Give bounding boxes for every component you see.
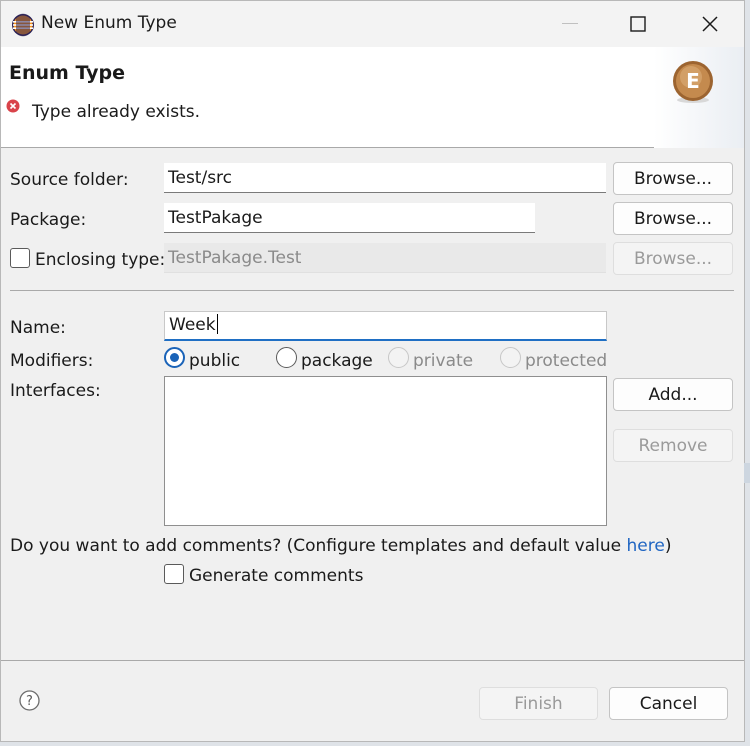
close-icon [702, 16, 718, 32]
modifier-protected-label: protected [525, 351, 608, 371]
maximize-button[interactable] [615, 9, 661, 39]
comments-question-close: ) [664, 536, 672, 556]
minimize-button[interactable] [547, 9, 593, 39]
enum-logo-letter: E [686, 69, 700, 93]
generate-comments-checkbox[interactable] [164, 564, 184, 584]
enclosing-type-input[interactable]: TestPakage.Test [164, 243, 606, 273]
generate-comments-label: Generate comments [189, 566, 364, 586]
svg-text:?: ? [26, 694, 33, 709]
source-folder-input[interactable]: Test/src [164, 163, 606, 193]
close-button[interactable] [687, 9, 733, 39]
interfaces-label: Interfaces: [10, 381, 101, 401]
title-bar: New Enum Type [1, 1, 744, 47]
enum-wizard-icon: E [673, 61, 713, 103]
interfaces-list[interactable] [164, 376, 607, 526]
modifier-private-radio[interactable] [388, 347, 409, 368]
comments-question: Do you want to add comments? (Configure … [10, 536, 671, 556]
source-folder-label: Source folder: [10, 170, 129, 190]
enclosing-type-browse-button[interactable]: Browse... [613, 242, 733, 275]
modifier-protected-radio[interactable] [500, 347, 521, 368]
footer-separator [1, 660, 744, 661]
finish-button[interactable]: Finish [479, 687, 598, 720]
source-folder-browse-button[interactable]: Browse... [613, 162, 733, 195]
comments-question-text: Do you want to add comments? (Configure … [10, 536, 627, 556]
name-input[interactable]: Week [164, 311, 607, 341]
modifiers-label: Modifiers: [10, 351, 94, 371]
name-input-value: Week [169, 315, 216, 335]
eclipse-app-icon [12, 13, 34, 37]
package-label: Package: [10, 210, 87, 230]
add-interface-button[interactable]: Add... [613, 378, 733, 411]
banner-title: Enum Type [9, 62, 126, 84]
background-scroll-marker [744, 463, 750, 483]
modifier-private-label: private [413, 351, 474, 371]
modifier-public-label: public [189, 351, 241, 371]
enclosing-type-label: Enclosing type: [35, 250, 166, 270]
text-caret [216, 313, 218, 334]
package-browse-button[interactable]: Browse... [613, 202, 733, 235]
error-message: Type already exists. [32, 102, 201, 122]
enclosing-type-checkbox[interactable] [10, 248, 30, 268]
modifier-package-radio[interactable] [276, 347, 297, 368]
wizard-banner: Enum Type Type already exists. E [1, 47, 744, 148]
window-title: New Enum Type [41, 13, 177, 33]
minimize-icon [562, 23, 578, 24]
error-icon [6, 99, 20, 113]
separator [10, 290, 734, 291]
help-icon[interactable]: ? [19, 690, 40, 711]
dialog-window: New Enum Type Enum Type Type already exi… [0, 0, 745, 742]
cancel-button[interactable]: Cancel [609, 687, 728, 720]
remove-interface-button[interactable]: Remove [613, 429, 733, 462]
modifier-public-radio[interactable] [164, 347, 185, 368]
name-label: Name: [10, 318, 66, 338]
configure-templates-link[interactable]: here [627, 536, 665, 556]
modifier-package-label: package [301, 351, 373, 371]
package-input[interactable]: TestPakage [164, 203, 535, 233]
maximize-icon [630, 16, 646, 32]
